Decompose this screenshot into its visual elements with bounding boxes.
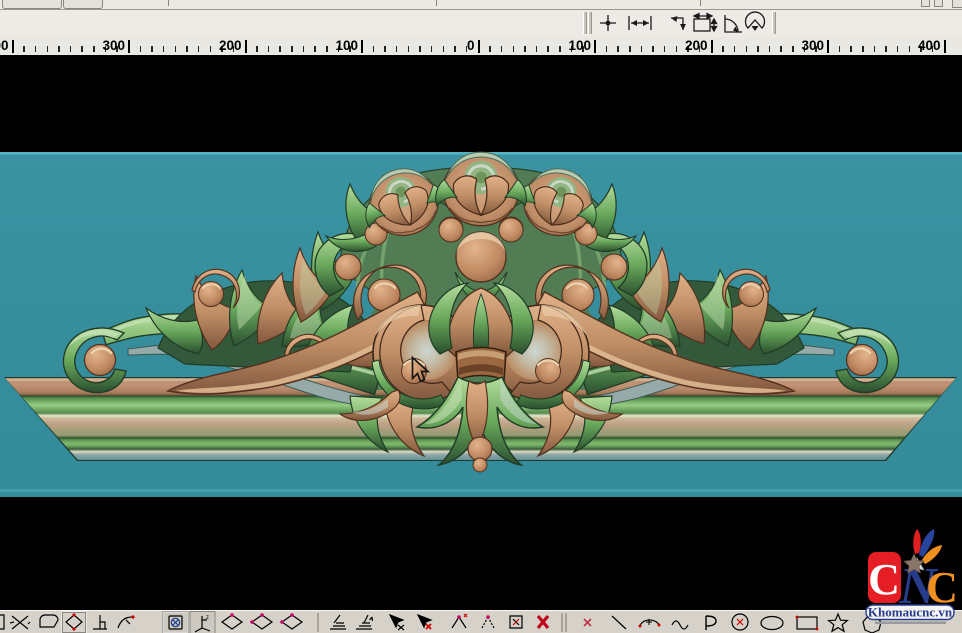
svg-text:C: C (868, 555, 900, 604)
svg-text:z: z (206, 615, 209, 621)
svg-text:Khomaucnc.vn: Khomaucnc.vn (868, 605, 953, 620)
